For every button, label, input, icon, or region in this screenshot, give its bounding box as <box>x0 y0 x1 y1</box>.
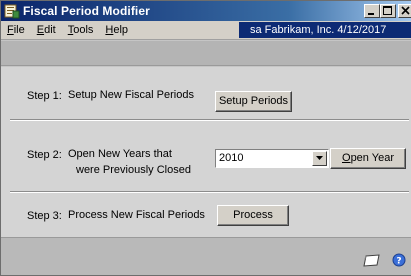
svg-text:?: ? <box>396 257 401 267</box>
help-icon[interactable]: ? <box>392 253 406 270</box>
minimize-button[interactable] <box>364 4 380 18</box>
step1-label: Step 1: <box>27 90 62 102</box>
window-title: Fiscal Period Modifier <box>23 4 150 18</box>
status-bar: ? <box>1 237 411 275</box>
window-controls <box>364 4 411 18</box>
step2-description-line2: were Previously Closed <box>76 164 191 176</box>
close-button[interactable] <box>398 4 411 18</box>
menu-tools[interactable]: Tools <box>63 24 101 36</box>
open-year-button[interactable]: Open Year <box>330 148 406 169</box>
menu-edit[interactable]: Edit <box>32 24 63 36</box>
menu-file[interactable]: File <box>1 24 32 36</box>
chevron-down-icon <box>316 156 323 160</box>
step3-description: Process New Fiscal Periods <box>68 209 205 221</box>
note-icon[interactable] <box>363 254 381 271</box>
step2-description-line1: Open New Years that <box>68 148 172 160</box>
step2-label: Step 2: <box>27 149 62 161</box>
open-year-mnemonic: O <box>342 152 351 164</box>
separator-2 <box>10 191 409 193</box>
menu-help[interactable]: Help <box>100 24 135 36</box>
menu-edit-mnemonic: E <box>36 24 45 36</box>
open-year-label: pen Year <box>350 152 394 164</box>
process-button[interactable]: Process <box>217 205 289 226</box>
step1-description: Setup New Fiscal Periods <box>68 89 194 101</box>
separator-1 <box>10 119 409 121</box>
step3-label: Step 3: <box>27 210 62 222</box>
toolbar-strip <box>1 41 411 66</box>
title-bar[interactable]: Fiscal Period Modifier <box>1 1 411 21</box>
menu-help-label: elp <box>113 24 129 36</box>
user-company-date-info: sa Fabrikam, Inc. 4/12/2017 <box>239 22 411 38</box>
year-dropdown[interactable]: 2010 <box>215 149 329 168</box>
year-value: 2010 <box>219 152 244 164</box>
menu-file-label: ile <box>13 24 25 36</box>
menu-bar: File Edit Tools Help sa Fabrikam, Inc. 4… <box>1 21 411 40</box>
menu-tools-label: ools <box>73 24 94 36</box>
menu-file-mnemonic: F <box>7 24 14 36</box>
setup-periods-button[interactable]: Setup Periods <box>215 91 292 112</box>
maximize-button[interactable] <box>380 4 396 18</box>
minimize-icon <box>368 13 374 15</box>
close-icon <box>401 6 410 15</box>
app-icon <box>4 3 20 19</box>
steps-panel: Step 1: Setup New Fiscal Periods Setup P… <box>1 67 411 237</box>
menu-edit-label: dit <box>44 24 56 36</box>
fiscal-period-modifier-window: Fiscal Period Modifier File Edit Tools H… <box>0 0 411 276</box>
year-dropdown-button[interactable] <box>312 151 327 166</box>
maximize-icon <box>383 6 392 15</box>
